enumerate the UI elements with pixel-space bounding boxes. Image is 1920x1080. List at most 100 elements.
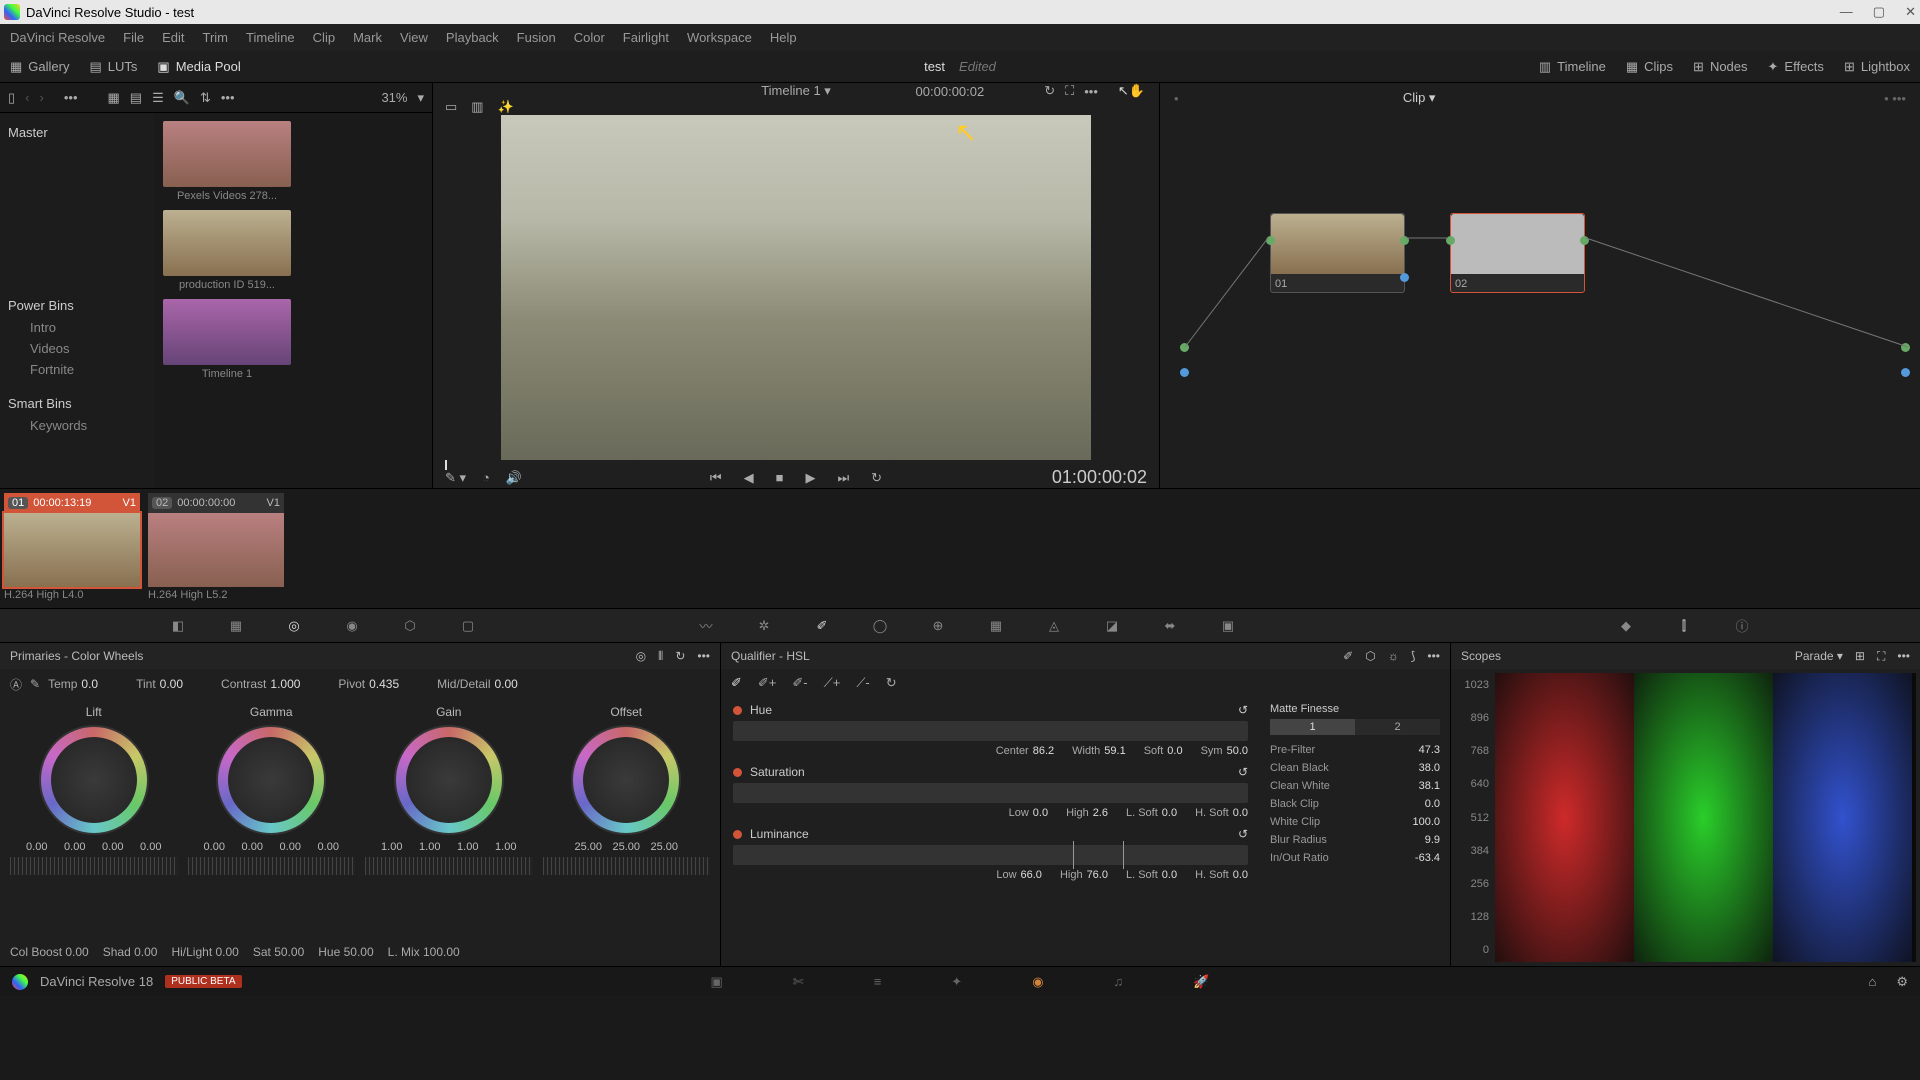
color-match-icon[interactable]: ▦ [227,617,245,635]
timeline-button[interactable]: ▥Timeline [1539,59,1606,75]
edit-page-icon[interactable]: ≡ [874,974,882,990]
minimize-button[interactable]: — [1840,4,1853,20]
output-dot[interactable] [1901,343,1910,352]
node-context-label[interactable]: Clip ▾ [1403,90,1436,106]
expand-icon[interactable]: ⛶ [1877,649,1885,664]
reset-icon[interactable]: ↺ [1238,765,1248,779]
expand-icon[interactable]: ⛶ [1065,83,1074,99]
hdr-icon[interactable]: ◉ [343,617,361,635]
list-view-icon[interactable]: ☰ [152,90,164,106]
effects-button[interactable]: ✦Effects [1768,59,1824,75]
timeline-clip[interactable]: 0100:00:13:19V1 H.264 High L4.0 [4,493,140,603]
prev-frame-icon[interactable]: ◀ [744,470,754,486]
play-icon[interactable]: ▶ [805,470,815,486]
lift-wheel[interactable]: Lift 0.000.000.000.00 [10,705,178,932]
matte-row[interactable]: Black Clip0.0 [1270,795,1440,813]
menu-item[interactable]: Timeline [246,30,295,45]
info-icon[interactable]: ⓘ [1733,617,1751,635]
matte-row[interactable]: Clean Black38.0 [1270,759,1440,777]
picker-add-icon[interactable]: ✐+ [758,675,776,691]
menu-item[interactable]: Help [770,30,797,45]
magic-mask-icon[interactable]: ▦ [987,617,1005,635]
timeline-name[interactable]: Timeline 1 ▾ [761,83,831,99]
output-dot[interactable] [1901,368,1910,377]
rgb-mixer-icon[interactable]: ⬡ [401,617,419,635]
3d-icon[interactable]: ⟆ [1411,649,1416,663]
gamma-wheel[interactable]: Gamma 0.000.000.000.00 [188,705,356,932]
luts-button[interactable]: ▤LUTs [89,59,137,75]
wheel-mode-icon[interactable]: ◎ [636,649,646,664]
image-wipe-icon[interactable]: ▭ [445,99,457,115]
color-page-icon[interactable]: ◉ [1032,974,1043,990]
matte-row[interactable]: Pre-Filter47.3 [1270,741,1440,759]
bin-item[interactable]: Videos [6,338,149,359]
curves-icon[interactable]: 〰 [697,617,715,635]
mute-icon[interactable]: 🔊 [506,470,522,486]
key-icon[interactable]: ◪ [1103,617,1121,635]
feather-add-icon[interactable]: ⟋+ [824,675,841,691]
deliver-page-icon[interactable]: 🚀 [1193,974,1209,990]
chevron-down-icon[interactable]: ▾ [417,90,424,106]
viewer-frame[interactable] [501,115,1091,460]
reset-icon[interactable]: ↺ [1238,827,1248,841]
lightbox-button[interactable]: ⊞Lightbox [1844,59,1910,75]
power-bins-header[interactable]: Power Bins [6,294,149,317]
picker-sub-icon[interactable]: ✐- [792,675,807,691]
scopes-icon[interactable]: ⫿ [1675,617,1693,635]
menu-item[interactable]: Color [574,30,605,45]
menu-item[interactable]: Workspace [687,30,752,45]
layout-icon[interactable]: ▯ [8,90,15,106]
color-warper-icon[interactable]: ✲ [755,617,773,635]
nodes-button[interactable]: ⊞Nodes [1693,59,1747,75]
color-wheels-icon[interactable]: ◎ [285,617,303,635]
node[interactable]: 01 [1270,213,1405,293]
window-icon[interactable]: ◯ [871,617,889,635]
menu-item[interactable]: Edit [162,30,184,45]
cc-icon[interactable]: ⊞ [1855,649,1865,664]
input-dot[interactable] [1180,343,1189,352]
matte-tab-2[interactable]: 2 [1355,719,1440,735]
viewer-scrubber[interactable] [433,460,1159,467]
close-button[interactable]: ✕ [1905,4,1916,20]
bin-item[interactable]: Fortnite [6,359,149,380]
fusion-page-icon[interactable]: ✦ [951,974,962,990]
timeline-clip[interactable]: 0200:00:00:00V1 H.264 High L5.2 [148,493,284,603]
stop-icon[interactable]: ■ [776,470,784,485]
nav-fwd-icon[interactable]: › [40,90,44,105]
loop-playback-icon[interactable]: ↻ [871,470,882,486]
split-screen-icon[interactable]: ▥ [471,99,483,115]
sort-icon[interactable]: ⇅ [200,90,211,106]
hsl-icon[interactable]: ✐ [1343,649,1353,663]
highlight-icon[interactable]: ✨ [498,99,514,115]
node-graph[interactable]: 01 02 [1160,113,1920,488]
bin-item[interactable]: Keywords [6,415,149,436]
blur-icon[interactable]: ◬ [1045,617,1063,635]
matte-tab-1[interactable]: 1 [1270,719,1355,735]
smart-bins-header[interactable]: Smart Bins [6,392,149,415]
gallery-button[interactable]: ▦Gallery [10,59,69,75]
media-clip[interactable]: production ID 519... [163,210,291,291]
log-mode-icon[interactable]: ↻ [675,649,685,664]
bars-mode-icon[interactable]: ⦀ [658,649,663,664]
menu-item[interactable]: DaVinci Resolve [10,30,105,45]
media-page-icon[interactable]: ▣ [711,974,723,990]
next-frame-icon[interactable]: ⏭ [837,470,849,486]
picker-icon[interactable]: ✎ [30,677,40,691]
qualifier-icon[interactable]: ✐ [813,617,831,635]
clips-button[interactable]: ▦Clips [1626,59,1673,75]
reset-icon[interactable]: ↺ [1238,703,1248,717]
bin-item[interactable]: Intro [6,317,149,338]
maximize-button[interactable]: ▢ [1873,4,1885,20]
keyframe-icon[interactable]: ◆ [1617,617,1635,635]
thumb-view-icon[interactable]: ▦ [108,90,120,106]
matte-row[interactable]: In/Out Ratio-63.4 [1270,849,1440,867]
hue-bar[interactable] [733,721,1248,741]
project-settings-icon[interactable]: ⚙ [1896,974,1908,990]
tracker-icon[interactable]: ⊕ [929,617,947,635]
media-clip[interactable]: Timeline 1 [163,299,291,380]
luma-icon[interactable]: ☼ [1388,649,1399,663]
mediapool-button[interactable]: ▣Media Pool [157,59,240,75]
node[interactable]: 02 [1450,213,1585,293]
matte-row[interactable]: White Clip100.0 [1270,813,1440,831]
matte-row[interactable]: Clean White38.1 [1270,777,1440,795]
